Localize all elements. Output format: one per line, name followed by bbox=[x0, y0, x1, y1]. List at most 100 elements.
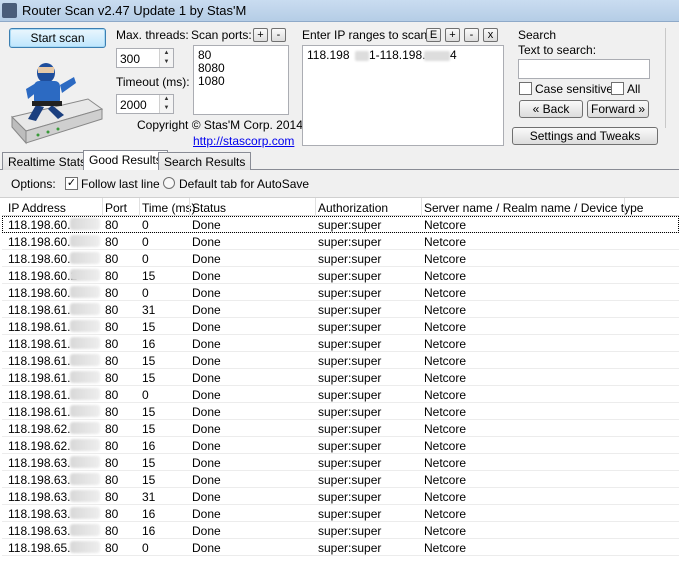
table-row[interactable]: 118.198.60. 80 0 Done super:super Netcore bbox=[2, 250, 679, 267]
table-row[interactable]: 118.198.60. 80 0 Done super:super Netcore bbox=[2, 216, 679, 233]
table-row[interactable]: 118.198.60. 80 0 Done super:super Netcore bbox=[2, 233, 679, 250]
redacted-block bbox=[70, 422, 100, 434]
threads-spinner[interactable]: ▲ ▼ bbox=[159, 49, 173, 67]
table-row[interactable]: 118.198.60.2 80 15 Done super:super Netcore bbox=[2, 267, 679, 284]
port-cell: 80 bbox=[105, 439, 119, 453]
time-cell: 16 bbox=[142, 439, 156, 453]
timeout-spinner[interactable]: ▲ ▼ bbox=[159, 95, 173, 113]
results-table[interactable]: IP Address Port Time (ms) Status Authori… bbox=[2, 198, 679, 556]
scan-ports-label: Scan ports: bbox=[191, 28, 252, 42]
back-button[interactable]: « Back bbox=[519, 100, 583, 118]
follow-last-line-checkbox[interactable]: ✓ bbox=[65, 177, 78, 190]
add-range-button[interactable]: + bbox=[445, 28, 460, 42]
settings-button[interactable]: Settings and Tweaks bbox=[512, 127, 658, 145]
time-cell: 15 bbox=[142, 405, 156, 419]
all-checkbox[interactable] bbox=[611, 82, 624, 95]
port-cell: 80 bbox=[105, 422, 119, 436]
table-row[interactable]: 118.198.63. 80 16 Done super:super Netcore bbox=[2, 522, 679, 539]
authorization-cell: super:super bbox=[318, 490, 382, 504]
table-row[interactable]: 118.198.61. 80 15 Done super:super Netcore bbox=[2, 369, 679, 386]
ip-cell: 118.198.61. bbox=[8, 354, 71, 368]
server-cell: Netcore bbox=[424, 439, 467, 453]
ip-ranges-list[interactable]: 118.198 1-118.198. 4 bbox=[302, 45, 504, 146]
ip-cell: 118.198.61. bbox=[8, 405, 71, 419]
table-row[interactable]: 118.198.61. 80 15 Done super:super Netcore bbox=[2, 318, 679, 335]
table-row[interactable]: 118.198.63. 80 16 Done super:super Netcore bbox=[2, 505, 679, 522]
redacted-block bbox=[70, 405, 100, 417]
authorization-cell: super:super bbox=[318, 235, 382, 249]
table-body: 118.198.60. 80 0 Done super:super Netcore 118.… bbox=[2, 216, 679, 556]
table-row[interactable]: 118.198.61. 80 0 Done super:super Netcore bbox=[2, 386, 679, 403]
status-cell: Done bbox=[192, 269, 221, 283]
time-cell: 0 bbox=[142, 541, 149, 555]
table-row[interactable]: 118.198.65. 80 0 Done super:super Netcore bbox=[2, 539, 679, 556]
server-cell: Netcore bbox=[424, 473, 467, 487]
max-threads-label: Max. threads: bbox=[116, 28, 189, 42]
status-cell: Done bbox=[192, 507, 221, 521]
table-row[interactable]: 118.198.63. 80 15 Done super:super Netcore bbox=[2, 454, 679, 471]
edit-range-button[interactable]: E bbox=[426, 28, 441, 42]
options-bar: Options: ✓ Follow last line Default tab … bbox=[0, 170, 679, 198]
clear-ranges-button[interactable]: x bbox=[483, 28, 498, 42]
max-threads-input[interactable]: 300 ▲ ▼ bbox=[116, 48, 174, 68]
cropped-panel bbox=[665, 28, 679, 128]
column-header-authorization[interactable]: Authorization bbox=[318, 201, 388, 215]
redacted-block bbox=[70, 354, 100, 366]
table-row[interactable]: 118.198.60. 80 0 Done super:super Netcore bbox=[2, 284, 679, 301]
default-tab-radio[interactable] bbox=[163, 177, 175, 189]
status-cell: Done bbox=[192, 371, 221, 385]
time-cell: 16 bbox=[142, 507, 156, 521]
ports-list[interactable]: 80 8080 1080 bbox=[193, 45, 289, 115]
redacted-block bbox=[70, 507, 100, 519]
table-row[interactable]: 118.198.62. 80 16 Done super:super Netcore bbox=[2, 437, 679, 454]
authorization-cell: super:super bbox=[318, 303, 382, 317]
website-link[interactable]: http://stascorp.com bbox=[193, 134, 294, 148]
port-cell: 80 bbox=[105, 490, 119, 504]
timeout-input[interactable]: 2000 ▲ ▼ bbox=[116, 94, 174, 114]
time-cell: 31 bbox=[142, 490, 156, 504]
server-cell: Netcore bbox=[424, 541, 467, 555]
server-cell: Netcore bbox=[424, 320, 467, 334]
port-item[interactable]: 1080 bbox=[194, 75, 288, 88]
start-scan-button[interactable]: Start scan bbox=[9, 28, 106, 48]
tab-realtime-stats[interactable]: Realtime Stats bbox=[2, 152, 93, 170]
forward-button[interactable]: Forward » bbox=[587, 100, 649, 118]
redacted-block bbox=[424, 51, 450, 61]
table-row[interactable]: 118.198.61. 80 31 Done super:super Netcore bbox=[2, 301, 679, 318]
tab-good-results[interactable]: Good Results bbox=[83, 150, 168, 171]
ip-cell: 118.198.61. bbox=[8, 388, 71, 402]
timeout-label: Timeout (ms): bbox=[116, 75, 190, 89]
column-header-server[interactable]: Server name / Realm name / Device type bbox=[424, 201, 643, 215]
table-row[interactable]: 118.198.61. 80 16 Done super:super Netcore bbox=[2, 335, 679, 352]
column-header-time[interactable]: Time (ms) bbox=[142, 201, 196, 215]
status-cell: Done bbox=[192, 388, 221, 402]
remove-port-button[interactable]: - bbox=[271, 28, 286, 42]
add-port-button[interactable]: + bbox=[253, 28, 268, 42]
ip-cell: 118.198.63. bbox=[8, 456, 71, 470]
table-row[interactable]: 118.198.63. 80 15 Done super:super Netcore bbox=[2, 471, 679, 488]
search-group-label: Search bbox=[518, 28, 557, 42]
column-header-status[interactable]: Status bbox=[192, 201, 226, 215]
time-cell: 0 bbox=[142, 388, 149, 402]
redacted-block bbox=[70, 541, 100, 553]
authorization-cell: super:super bbox=[318, 354, 382, 368]
ip-range-item[interactable]: 118.198 1-118.198. 4 bbox=[303, 46, 503, 64]
port-cell: 80 bbox=[105, 354, 119, 368]
authorization-cell: super:super bbox=[318, 218, 382, 232]
case-sensitive-checkbox[interactable] bbox=[519, 82, 532, 95]
column-header-port[interactable]: Port bbox=[105, 201, 127, 215]
table-row[interactable]: 118.198.61. 80 15 Done super:super Netcore bbox=[2, 352, 679, 369]
tab-search-results[interactable]: Search Results bbox=[158, 152, 252, 170]
search-input[interactable] bbox=[518, 59, 650, 79]
table-row[interactable]: 118.198.62. 80 15 Done super:super Netcore bbox=[2, 420, 679, 437]
ip-cell: 118.198.61. bbox=[8, 303, 71, 317]
authorization-cell: super:super bbox=[318, 388, 382, 402]
table-row[interactable]: 118.198.61. 80 15 Done super:super Netcore bbox=[2, 403, 679, 420]
server-cell: Netcore bbox=[424, 422, 467, 436]
redacted-block bbox=[70, 286, 100, 298]
remove-range-button[interactable]: - bbox=[464, 28, 479, 42]
time-cell: 15 bbox=[142, 456, 156, 470]
table-row[interactable]: 118.198.63. 80 31 Done super:super Netcore bbox=[2, 488, 679, 505]
results-panel: Options: ✓ Follow last line Default tab … bbox=[0, 170, 679, 562]
column-header-ip[interactable]: IP Address bbox=[8, 201, 66, 215]
